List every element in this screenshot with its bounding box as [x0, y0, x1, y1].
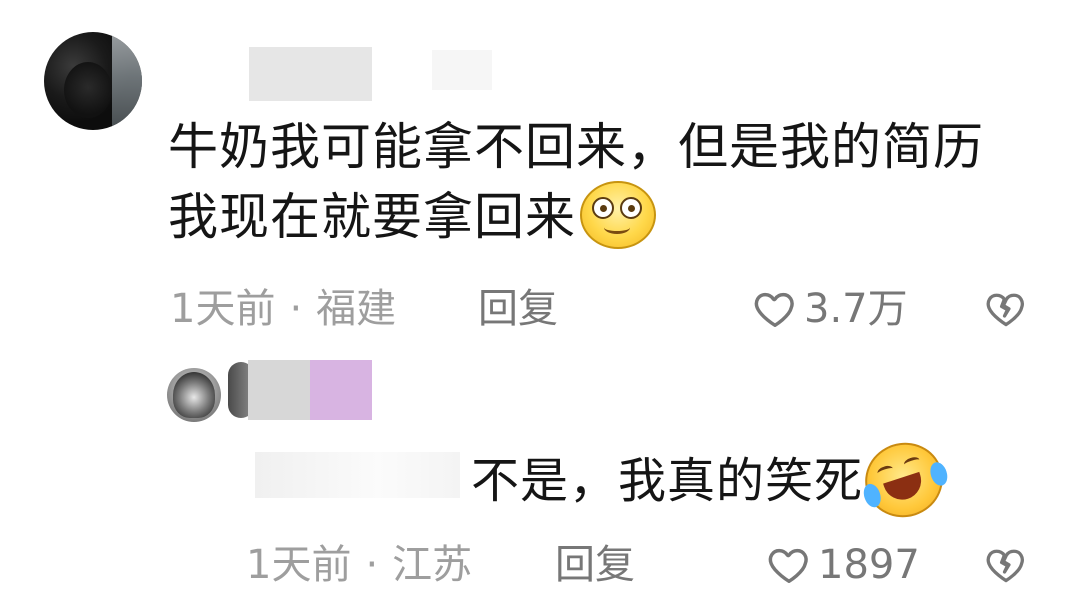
- comment-line-2-text: 我现在就要拿回来: [168, 188, 576, 246]
- avatar-figure: [173, 372, 215, 418]
- dislike-broken-heart-icon[interactable]: [984, 543, 1028, 587]
- like-button[interactable]: 1897: [766, 541, 920, 589]
- heart-icon: [754, 292, 794, 328]
- replier-username-redacted[interactable]: [248, 360, 310, 420]
- meta-separator: ·: [289, 286, 303, 332]
- reply-button[interactable]: 回复: [478, 285, 558, 333]
- replier-avatar[interactable]: [167, 368, 221, 422]
- replier-tag-redacted: [310, 360, 372, 420]
- commenter-username-redacted-tail: [432, 50, 492, 90]
- like-count: 1897: [818, 542, 920, 588]
- avatar-figure: [64, 62, 112, 118]
- reply-time: 1天前: [246, 542, 352, 588]
- laugh-cry-emoji-icon: [855, 432, 953, 528]
- reply-mention-redacted: [255, 452, 460, 498]
- comment-line-2: 我现在就要拿回来: [168, 180, 1048, 255]
- comment-time: 1天前: [170, 286, 276, 332]
- avatar-background: [112, 32, 142, 130]
- meta-separator: ·: [365, 542, 379, 588]
- smile-emoji-icon: [580, 180, 656, 249]
- like-count: 3.7万: [804, 286, 908, 332]
- dislike-broken-heart-icon[interactable]: [984, 287, 1028, 331]
- reply-text: 不是，我真的笑死: [471, 453, 864, 509]
- reply-button[interactable]: 回复: [555, 541, 635, 589]
- comment-line-1: 牛奶我可能拿不回来，但是我的简历: [168, 118, 984, 176]
- commenter-username-redacted[interactable]: [249, 47, 372, 101]
- reply-meta: 1天前 · 江苏: [246, 541, 472, 589]
- comment-body: 牛奶我可能拿不回来，但是我的简历 我现在就要拿回来: [168, 112, 1048, 255]
- commenter-avatar[interactable]: [44, 32, 142, 130]
- reply-location: 江苏: [392, 542, 473, 588]
- like-button[interactable]: 3.7万: [752, 285, 908, 333]
- reply-body: 不是，我真的笑死: [471, 432, 953, 528]
- heart-icon: [768, 548, 808, 584]
- comment-meta: 1天前 · 福建: [170, 285, 396, 333]
- comment-location: 福建: [316, 286, 397, 332]
